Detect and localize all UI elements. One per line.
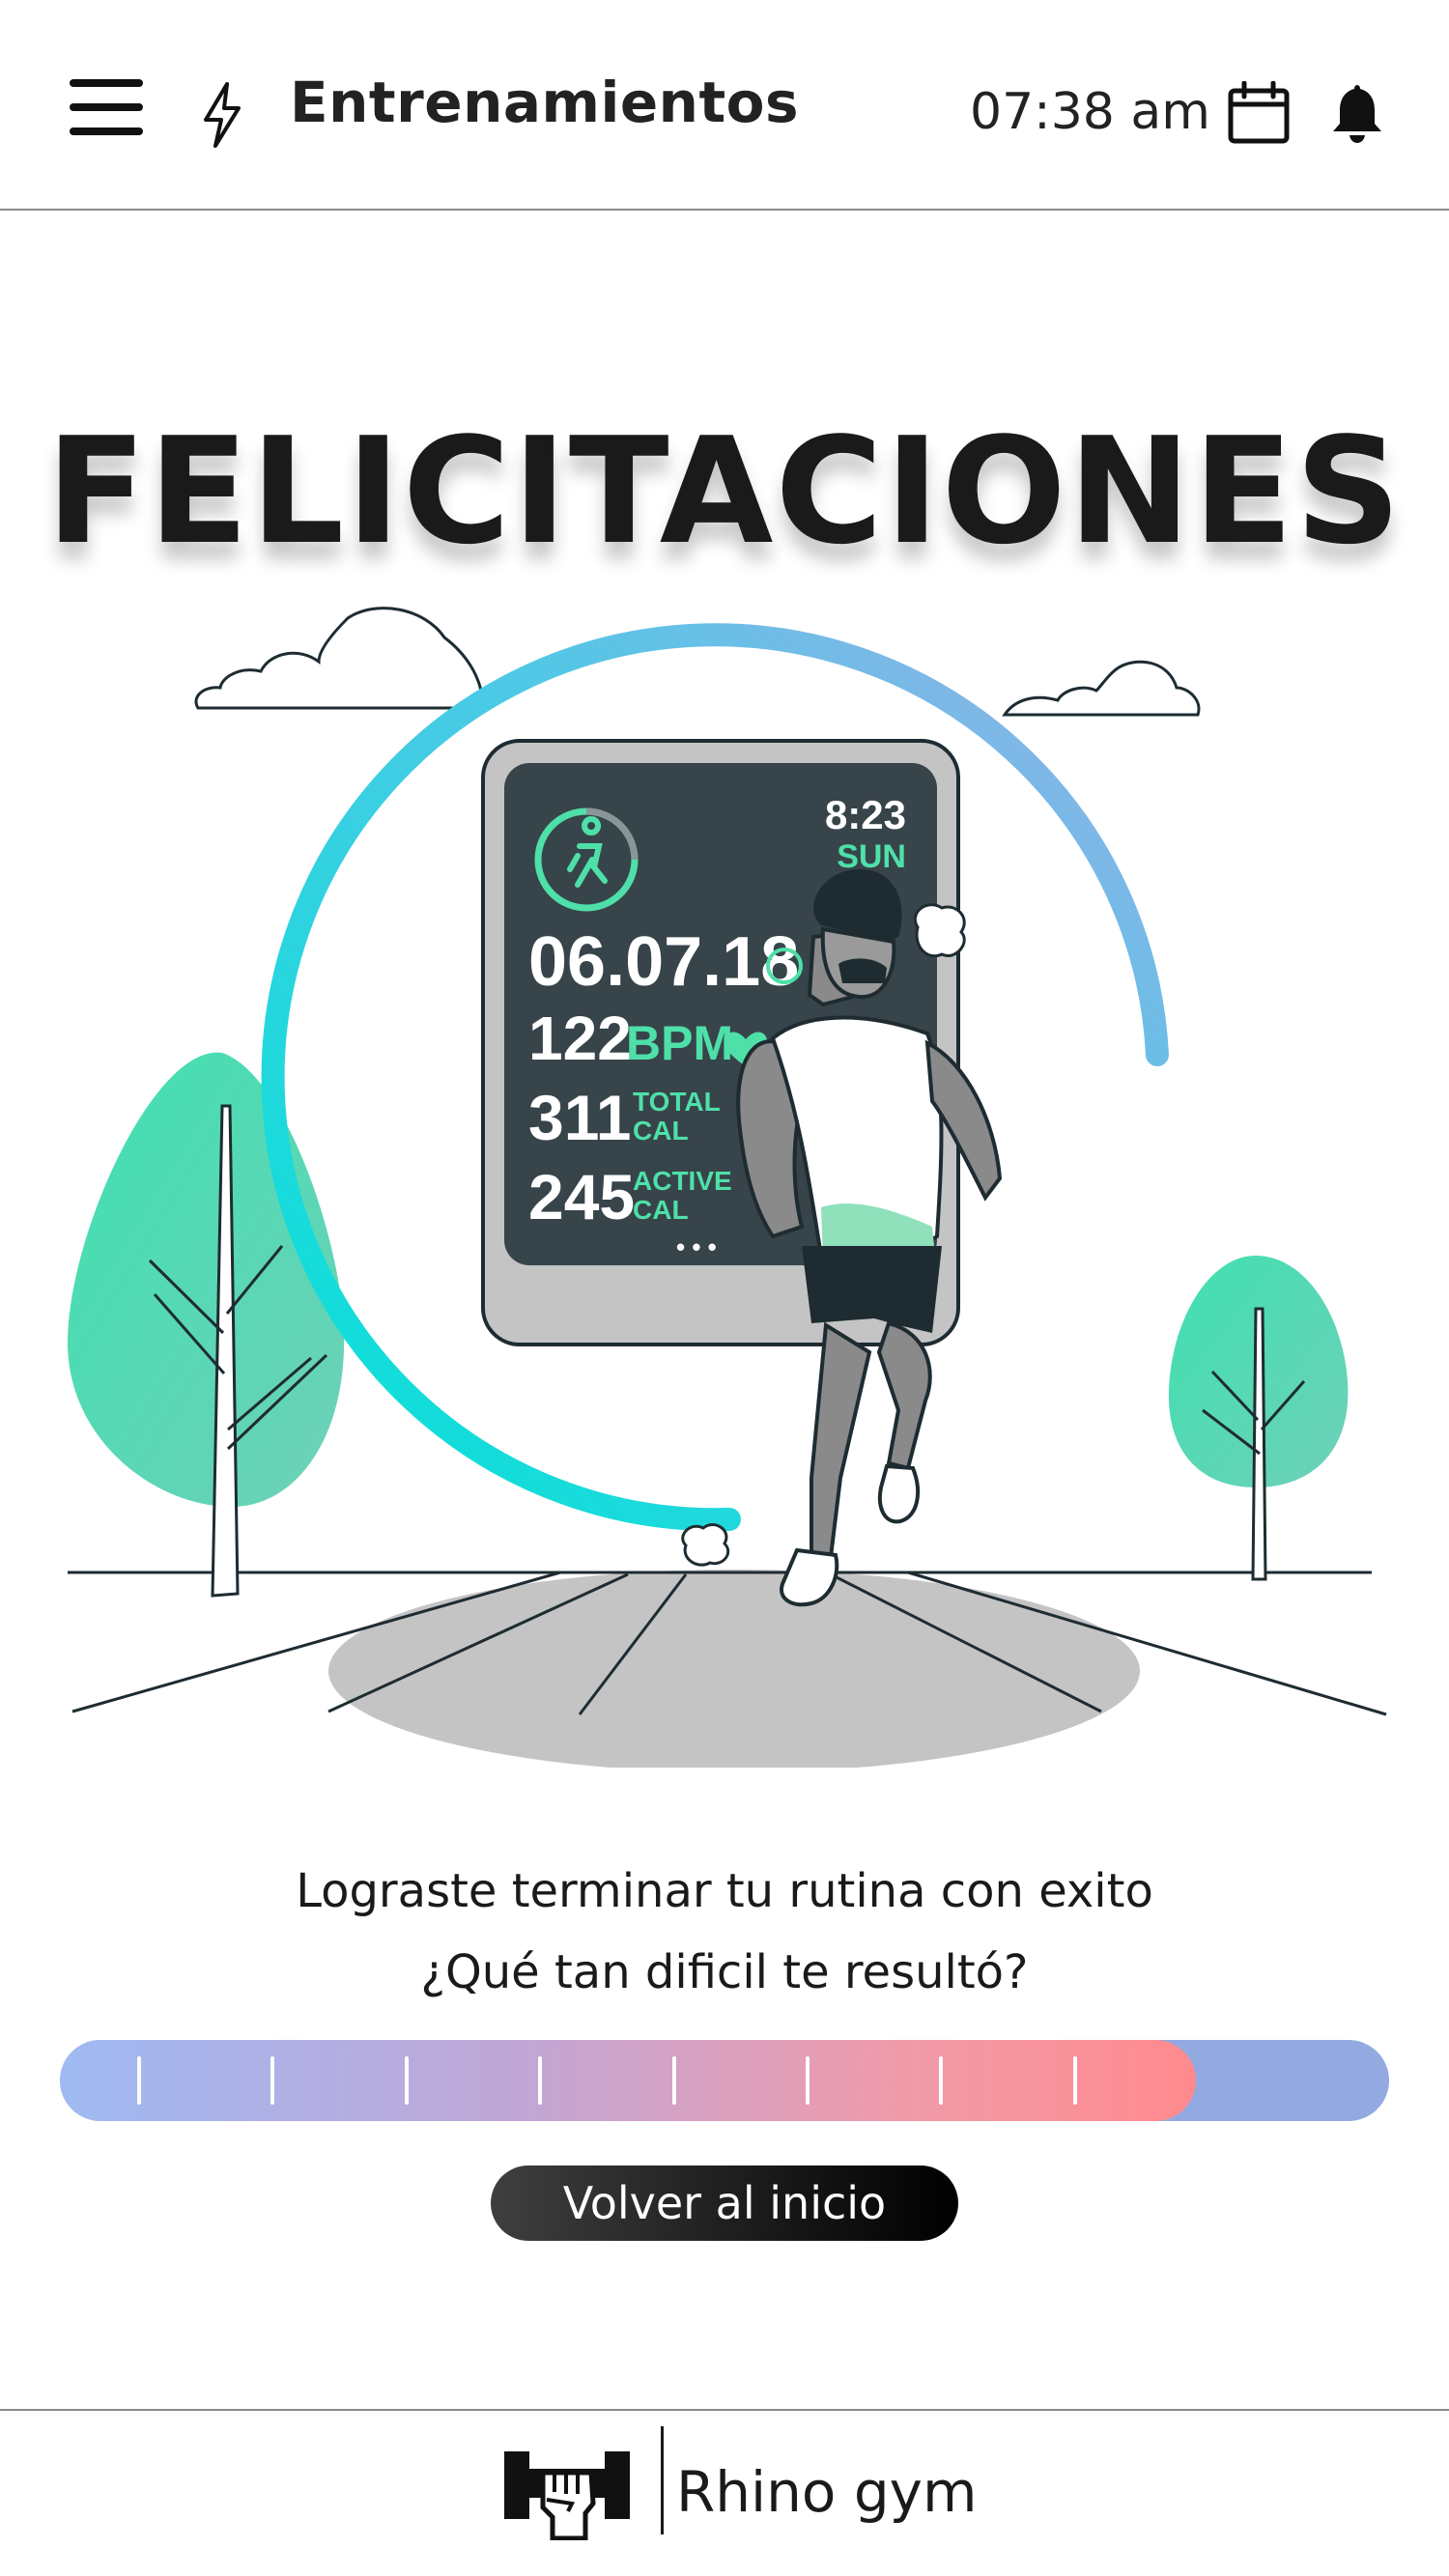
difficulty-tick: [404, 2056, 409, 2105]
lightning-bolt-icon: [204, 82, 241, 148]
watch-bpm-value: 122: [528, 1004, 632, 1073]
watch-more-dots: • • •: [676, 1232, 717, 1261]
calendar-icon[interactable]: [1227, 81, 1291, 145]
difficulty-tick: [671, 2056, 676, 2105]
watch-date: 06.07.18: [528, 923, 799, 1001]
footer-divider-line: [0, 2409, 1449, 2411]
difficulty-slider-fill: [60, 2040, 1197, 2121]
watch-total-value: 311: [528, 1082, 631, 1153]
watch-active-value: 245: [528, 1161, 635, 1232]
difficulty-tick: [137, 2056, 141, 2105]
watch-total-unit: CAL: [633, 1116, 689, 1146]
bell-icon[interactable]: [1328, 81, 1386, 145]
clock-time: 07:38 am: [970, 83, 1210, 141]
congratulations-heading: FELICITACIONES: [45, 406, 1404, 577]
cloud-right: [1002, 660, 1201, 717]
difficulty-tick: [270, 2056, 275, 2105]
runner-illustration: 8:23 SUN 06.07.18 122 BPM 311 TOTAL CAL …: [68, 607, 1387, 1768]
difficulty-slider[interactable]: [60, 2040, 1389, 2121]
brand-name: Rhino gym: [676, 2459, 978, 2525]
watch-active-label: ACTIVE: [633, 1166, 732, 1196]
success-message: Lograste terminar tu rutina con exito: [296, 1864, 1153, 1918]
difficulty-tick: [939, 2056, 944, 2105]
hamburger-menu-icon[interactable]: [68, 75, 147, 139]
cloud-left: [194, 607, 485, 710]
watch-time: 8:23: [825, 792, 906, 837]
watch-bpm-unit: BPM: [626, 1016, 733, 1070]
back-to-home-button[interactable]: Volver al inicio: [491, 2166, 958, 2241]
difficulty-question: ¿Qué tan dificil te resultó?: [420, 1945, 1029, 1999]
tree-left: [68, 1052, 345, 1507]
watch-active-unit: CAL: [633, 1195, 689, 1225]
page-title: Entrenamientos: [290, 70, 800, 135]
difficulty-tick: [1072, 2056, 1077, 2105]
rhino-gym-fist-logo-icon: [504, 2451, 630, 2540]
footer-vertical-divider: [661, 2426, 664, 2534]
top-bar: Entrenamientos 07:38 am: [0, 0, 1449, 211]
watch-day: SUN: [837, 838, 906, 875]
difficulty-tick: [805, 2056, 810, 2105]
watch-total-label: TOTAL: [633, 1087, 721, 1117]
difficulty-tick: [538, 2056, 543, 2105]
